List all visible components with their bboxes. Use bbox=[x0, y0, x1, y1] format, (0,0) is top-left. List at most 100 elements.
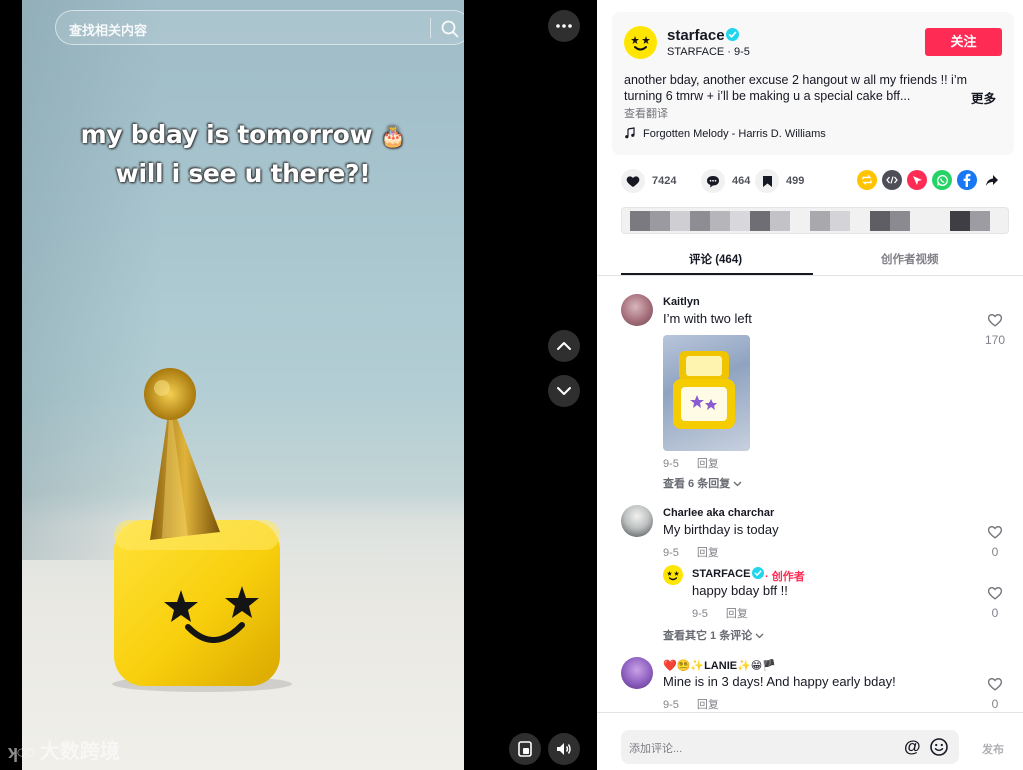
comment-like[interactable]: 0 bbox=[984, 677, 1006, 711]
reply-button[interactable]: 回复 bbox=[726, 608, 748, 620]
save-button[interactable] bbox=[755, 169, 779, 193]
comment-list[interactable]: Kaitlyn I’m with two left 9-5 回复 查看 6 条回复 bbox=[597, 277, 1023, 711]
mention-icon[interactable]: @ bbox=[904, 737, 921, 757]
embed-code-icon[interactable] bbox=[882, 170, 902, 190]
watermark: ʞ○○ 大数跨境 bbox=[8, 735, 120, 764]
follow-button[interactable]: 关注 bbox=[925, 28, 1002, 56]
comment-text: Mine is in 3 days! And happy early bday! bbox=[663, 674, 896, 689]
comment-stat[interactable]: 464 bbox=[701, 167, 750, 195]
music-note-icon bbox=[625, 127, 635, 139]
heart-outline-icon bbox=[987, 587, 1003, 600]
translate-link[interactable]: 查看翻译 bbox=[624, 105, 668, 121]
view-replies-text: 查看其它 1 条评论 bbox=[663, 630, 753, 642]
author-handle-date: STARFACE · 9-5 bbox=[667, 46, 750, 58]
tab-creator-videos[interactable]: 创作者视频 bbox=[881, 251, 939, 267]
reply-meta: 9-5 回复 bbox=[692, 605, 748, 621]
comment-like-count: 0 bbox=[991, 697, 999, 711]
comment-like-count: 170 bbox=[984, 333, 1006, 347]
reply-like[interactable]: 0 bbox=[984, 586, 1006, 620]
view-more-replies-link[interactable]: 查看其它 1 条评论 bbox=[663, 627, 764, 643]
overlay-line-1: my bday is tomorrow bbox=[80, 120, 373, 149]
reply-author-avatar[interactable] bbox=[663, 565, 683, 585]
search-icon[interactable] bbox=[440, 19, 460, 39]
redaction-block bbox=[690, 211, 710, 231]
redaction-block bbox=[770, 211, 790, 231]
starface-toy-illustration bbox=[112, 368, 292, 692]
chevron-up-icon bbox=[557, 342, 571, 350]
commenter-avatar[interactable] bbox=[621, 505, 653, 537]
reply-button[interactable]: 回复 bbox=[697, 547, 719, 559]
comment-photo[interactable] bbox=[663, 335, 750, 451]
redaction-block bbox=[750, 211, 770, 231]
video-search-box[interactable]: 查找相关内容 bbox=[55, 10, 464, 45]
commenter-avatar[interactable] bbox=[621, 657, 653, 689]
next-video-button[interactable] bbox=[548, 375, 580, 407]
repost-icon[interactable] bbox=[857, 170, 877, 190]
redaction-block bbox=[650, 211, 670, 231]
more-dots-icon bbox=[556, 24, 572, 28]
tiktok-video-page: my bday is tomorrow 🎂 will i see u there… bbox=[0, 0, 1023, 770]
previous-video-button[interactable] bbox=[548, 330, 580, 362]
comment-meta: 9-5 回复 bbox=[663, 455, 719, 471]
redaction-block bbox=[710, 211, 730, 231]
reply-date: 9-5 bbox=[692, 608, 708, 620]
author-avatar[interactable] bbox=[624, 26, 657, 59]
comment-item: Kaitlyn I’m with two left 9-5 回复 查看 6 条回复 bbox=[597, 277, 1023, 497]
video-frame[interactable]: my bday is tomorrow 🎂 will i see u there… bbox=[22, 0, 464, 770]
comment-text: My birthday is today bbox=[663, 522, 779, 537]
heart-outline-icon bbox=[987, 526, 1003, 539]
emoji-icon[interactable] bbox=[929, 737, 949, 757]
redaction-block bbox=[950, 211, 970, 231]
comment-like[interactable]: 170 bbox=[984, 313, 1006, 347]
like-stat[interactable]: 7424 bbox=[621, 167, 676, 195]
description-more-link[interactable]: 更多 bbox=[971, 88, 996, 107]
floating-window-icon bbox=[518, 741, 532, 757]
more-options-button[interactable] bbox=[548, 10, 580, 42]
facebook-icon[interactable] bbox=[957, 170, 977, 190]
reply-button[interactable]: 回复 bbox=[697, 699, 719, 711]
chevron-down-icon bbox=[755, 633, 764, 639]
comment-button[interactable] bbox=[701, 169, 725, 193]
send-to-friends-icon[interactable] bbox=[907, 170, 927, 190]
verified-badge-icon bbox=[726, 28, 739, 41]
author-name[interactable]: starface bbox=[667, 27, 725, 44]
redaction-block bbox=[630, 211, 650, 231]
commenter-name[interactable]: Charlee aka charchar bbox=[663, 507, 774, 519]
speaker-icon bbox=[557, 743, 571, 755]
commenter-name[interactable]: Kaitlyn bbox=[663, 296, 700, 308]
share-arrow-icon[interactable] bbox=[982, 170, 1002, 190]
view-replies-link[interactable]: 查看 6 条回复 bbox=[663, 475, 742, 491]
whatsapp-icon[interactable] bbox=[932, 170, 952, 190]
redaction-block bbox=[890, 211, 910, 231]
redaction-block bbox=[870, 211, 890, 231]
comment-date: 9-5 bbox=[663, 699, 679, 711]
comment-like[interactable]: 0 bbox=[984, 525, 1006, 559]
picture-in-picture-button[interactable] bbox=[509, 733, 541, 765]
yellow-case-photo bbox=[673, 351, 735, 429]
post-comment-button[interactable]: 发布 bbox=[982, 741, 1004, 757]
post-info-card: starface STARFACE · 9-5 关注 another bday,… bbox=[612, 12, 1014, 155]
panel-tabs: 评论 (464) 创作者视频 bbox=[597, 243, 1023, 276]
video-link-bar-redacted[interactable] bbox=[621, 207, 1009, 234]
volume-button[interactable] bbox=[548, 733, 580, 765]
commenter-avatar[interactable] bbox=[621, 294, 653, 326]
comment-date: 9-5 bbox=[663, 547, 679, 559]
reply-button[interactable]: 回复 bbox=[697, 458, 719, 470]
video-player[interactable]: my bday is tomorrow 🎂 will i see u there… bbox=[0, 0, 597, 770]
heart-outline-icon bbox=[987, 314, 1003, 327]
comment-like-count: 0 bbox=[991, 545, 999, 559]
bookmark-icon bbox=[762, 175, 772, 187]
save-stat[interactable]: 499 bbox=[755, 167, 804, 195]
music-title[interactable]: Forgotten Melody - Harris D. Williams bbox=[643, 128, 826, 140]
redaction-block bbox=[730, 211, 750, 231]
chevron-down-icon bbox=[733, 481, 742, 487]
post-description: another bday, another excuse 2 hangout w… bbox=[624, 73, 968, 103]
reply-author-name[interactable]: STARFACE bbox=[692, 568, 750, 580]
comment-composer: 添加评论... @ 发布 bbox=[597, 712, 1023, 770]
comment-count: 464 bbox=[732, 175, 751, 187]
overlay-line-2: will i see u there?! bbox=[115, 159, 371, 188]
commenter-name[interactable]: ❤️😵‍💫✨LANIE✨😁🏴 bbox=[663, 659, 776, 672]
tab-comments[interactable]: 评论 (464) bbox=[689, 251, 742, 267]
comment-input[interactable]: 添加评论... @ bbox=[621, 730, 959, 764]
like-button[interactable] bbox=[621, 169, 645, 193]
